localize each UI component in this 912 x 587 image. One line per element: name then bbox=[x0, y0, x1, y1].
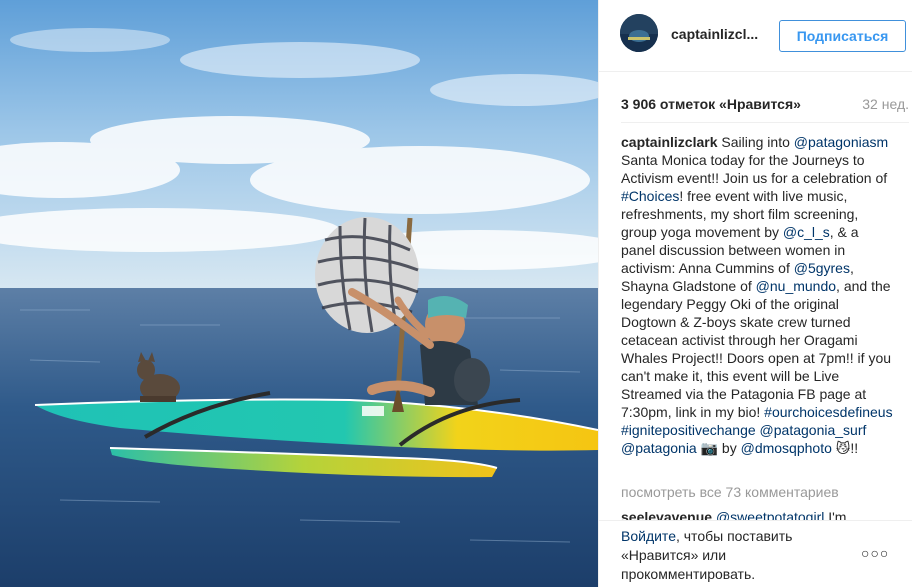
mention-link[interactable]: @patagoniasm bbox=[794, 134, 888, 150]
photo-image bbox=[0, 0, 598, 587]
mention-link[interactable]: @5gyres bbox=[794, 260, 850, 276]
mention-link[interactable]: @c_l_s bbox=[783, 224, 830, 240]
login-prompt-text: Войдите, чтобы поставить «Нравится» или … bbox=[621, 527, 811, 584]
caption-text: 📷 by bbox=[696, 440, 741, 456]
post-age[interactable]: 32 нед. bbox=[862, 96, 909, 112]
post-view: captainlizcl... Подписаться 3 906 отмето… bbox=[0, 0, 912, 587]
divider bbox=[621, 122, 909, 123]
likes-row: 3 906 отметок «Нравится» 32 нед. bbox=[621, 96, 909, 114]
comment-username[interactable]: seelevavenue bbox=[621, 509, 712, 520]
avatar-image bbox=[620, 14, 658, 52]
mention-link[interactable]: @dmosqphoto bbox=[741, 440, 832, 456]
mention-link[interactable]: @sweetpotatogirl bbox=[716, 509, 824, 520]
post-sidebar: captainlizcl... Подписаться 3 906 отмето… bbox=[598, 0, 912, 587]
mention-link[interactable]: @patagonia bbox=[621, 440, 697, 456]
hashtag-link[interactable]: #Choices bbox=[621, 188, 679, 204]
login-link[interactable]: Войдите bbox=[621, 528, 676, 544]
header-username[interactable]: captainlizcl... bbox=[671, 26, 758, 42]
view-all-comments-link[interactable]: посмотреть все 73 комментариев bbox=[621, 484, 839, 500]
caption-text: Sailing into bbox=[717, 134, 794, 150]
post-header: captainlizcl... Подписаться bbox=[599, 0, 912, 72]
more-options-icon[interactable]: ○○○ bbox=[861, 545, 889, 561]
follow-button[interactable]: Подписаться bbox=[779, 20, 906, 52]
comment-text: I'm bbox=[824, 509, 847, 520]
caption-username[interactable]: captainlizclark bbox=[621, 134, 718, 150]
likes-count[interactable]: 3 906 отметок «Нравится» bbox=[621, 96, 801, 112]
post-photo[interactable] bbox=[0, 0, 598, 587]
caption-text: , and the legendary Peggy Oki of the ori… bbox=[621, 278, 892, 420]
hashtag-link[interactable]: #ignitepositivechange bbox=[621, 422, 756, 438]
mention-link[interactable]: @patagonia_surf bbox=[760, 422, 867, 438]
caption-text: 😼!! bbox=[831, 440, 859, 456]
post-caption: captainlizclark Sailing into @patagonias… bbox=[621, 133, 896, 457]
hashtag-link[interactable]: #ourchoicesdefineus bbox=[764, 404, 892, 420]
caption-text: Santa Monica today for the Journeys to A… bbox=[621, 152, 888, 186]
avatar[interactable] bbox=[620, 14, 658, 52]
login-prompt: Войдите, чтобы поставить «Нравится» или … bbox=[599, 520, 912, 587]
comment-item: seelevavenue @sweetpotatogirl I'm bbox=[621, 508, 909, 520]
mention-link[interactable]: @nu_mundo bbox=[756, 278, 836, 294]
